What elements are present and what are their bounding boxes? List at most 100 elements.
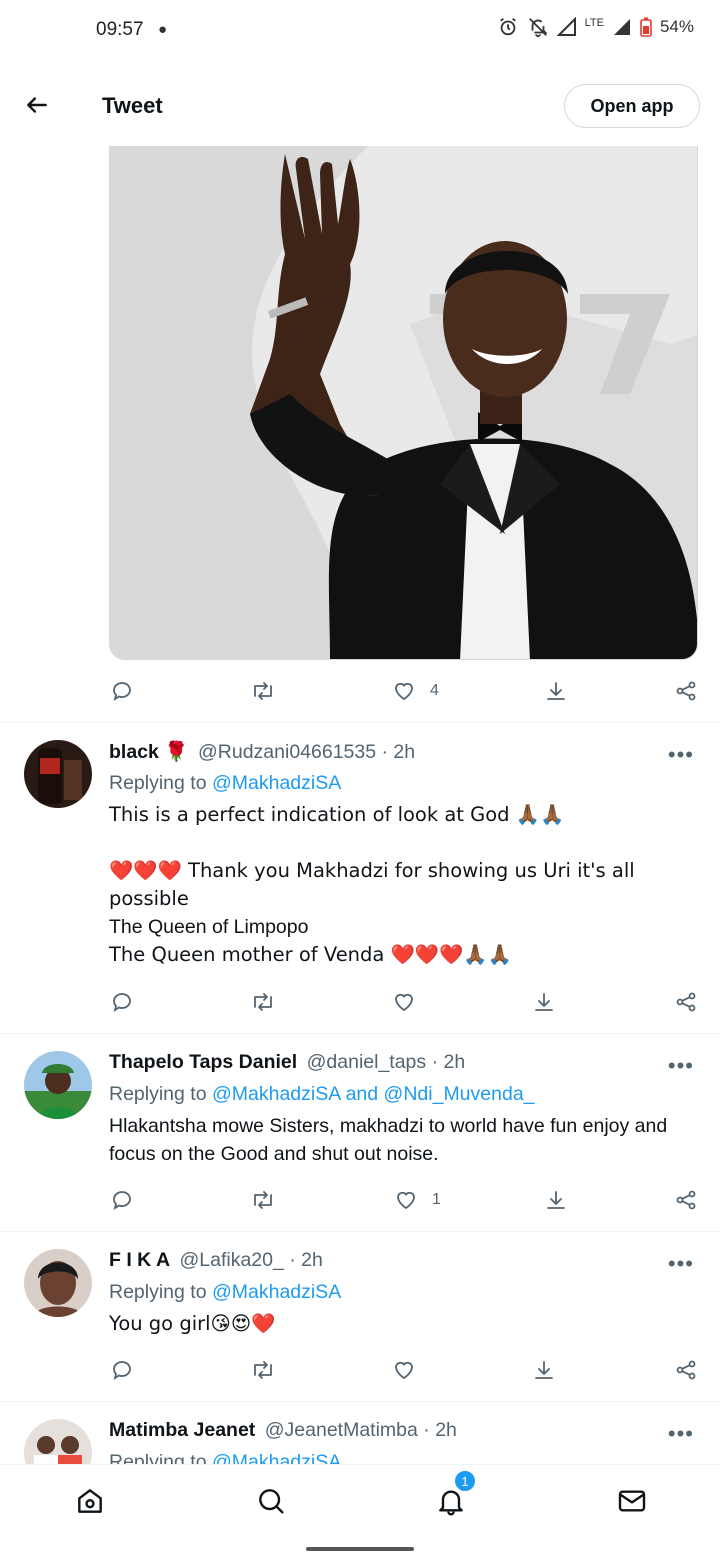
avatar[interactable] — [24, 740, 92, 808]
nav-home[interactable] — [70, 1481, 110, 1521]
bottom-navigation: 1 — [0, 1464, 720, 1536]
user-handle[interactable]: @JeanetMatimba — [265, 1419, 418, 1441]
like-button[interactable]: 4 — [392, 671, 439, 711]
replying-to: Replying to @MakhadziSA and @Ndi_Muvenda… — [109, 1083, 535, 1106]
reply-header: Thapelo Taps Daniel @daniel_taps · 2h — [109, 1051, 465, 1074]
open-app-button[interactable]: Open app — [564, 84, 700, 128]
divider — [0, 1231, 720, 1232]
mention-link[interactable]: @MakhadziSA — [212, 1281, 341, 1303]
timestamp: · 2h — [431, 1051, 466, 1073]
more-options-button[interactable]: ••• — [668, 1053, 694, 1079]
reply-text-line: Hlakantsha mowe Sisters, makhadzi to wor… — [109, 1115, 668, 1165]
nav-search[interactable] — [251, 1481, 291, 1521]
main-tweet-actions: 4 — [0, 671, 720, 711]
reply-icon — [113, 1191, 131, 1210]
mute-icon — [528, 18, 548, 38]
tweet-media-image[interactable] — [109, 143, 698, 660]
avatar[interactable] — [24, 1419, 92, 1464]
like-button[interactable] — [392, 1350, 430, 1390]
signal-icon — [556, 17, 576, 36]
retweet-button[interactable] — [250, 1350, 276, 1390]
display-name[interactable]: black 🌹 — [109, 741, 189, 763]
home-indicator[interactable] — [306, 1547, 414, 1551]
reply-actions — [0, 982, 720, 1022]
home-icon — [78, 1489, 102, 1513]
retweet-button[interactable] — [250, 671, 276, 711]
download-button[interactable] — [544, 1180, 568, 1220]
more-options-button[interactable]: ••• — [668, 742, 694, 768]
reply-button[interactable] — [110, 671, 134, 711]
display-name[interactable]: Thapelo Taps Daniel — [109, 1051, 297, 1073]
display-name[interactable]: Matimba Jeanet — [109, 1419, 255, 1441]
share-button[interactable] — [674, 671, 698, 711]
download-icon — [535, 993, 553, 1011]
share-icon — [676, 1190, 696, 1210]
mention-link[interactable]: @MakhadziSA and @Ndi_Muvenda_ — [212, 1083, 535, 1105]
nav-notifications[interactable]: 1 — [431, 1469, 477, 1521]
reply-text-line: You go girl😘😍❤️ — [109, 1312, 276, 1335]
share-icon — [676, 992, 696, 1012]
photo-illustration — [110, 144, 697, 659]
reply-text: This is a perfect indication of look at … — [109, 801, 699, 969]
nav-messages[interactable] — [612, 1481, 652, 1521]
download-button[interactable] — [532, 982, 556, 1022]
like-button[interactable] — [392, 982, 430, 1022]
replying-to: Replying to @MakhadziSA — [109, 772, 341, 795]
mention-link[interactable]: @MakhadziSA — [212, 1451, 341, 1464]
page-title: Tweet — [102, 93, 163, 118]
share-icon — [676, 681, 696, 701]
avatar-image — [24, 1419, 92, 1464]
like-count: 4 — [430, 682, 439, 699]
mail-icon — [618, 1490, 646, 1512]
retweet-button[interactable] — [250, 982, 276, 1022]
back-button[interactable] — [20, 88, 54, 122]
divider — [0, 722, 720, 723]
download-button[interactable] — [532, 1350, 556, 1390]
timestamp: · 2h — [381, 741, 416, 763]
search-icon — [259, 1489, 284, 1514]
download-button[interactable] — [544, 671, 568, 711]
retweet-icon — [254, 1361, 272, 1379]
user-handle[interactable]: @Rudzani04661535 — [198, 741, 376, 763]
replying-to: Replying to @MakhadziSA — [109, 1281, 341, 1304]
battery-icon — [640, 17, 652, 37]
more-options-button[interactable]: ••• — [668, 1421, 694, 1447]
avatar[interactable] — [24, 1249, 92, 1317]
reply-tweet[interactable]: Matimba Jeanet @JeanetMatimba · 2h ••• R… — [0, 1417, 720, 1464]
download-icon — [535, 1361, 553, 1379]
share-button[interactable] — [674, 1350, 698, 1390]
reply-actions: 1 — [0, 1180, 720, 1220]
reply-button[interactable] — [110, 1180, 134, 1220]
more-options-button[interactable]: ••• — [668, 1251, 694, 1277]
share-button[interactable] — [674, 1180, 698, 1220]
download-icon — [547, 1191, 565, 1209]
heart-icon — [395, 682, 413, 701]
avatar[interactable] — [24, 1051, 92, 1119]
display-name[interactable]: F I K A — [109, 1249, 170, 1271]
share-icon — [676, 1360, 696, 1380]
replying-to: Replying to @MakhadziSA — [109, 1451, 341, 1464]
status-icons: LTE 54% — [497, 16, 694, 38]
signal-icon-2 — [613, 19, 630, 35]
reply-text: Hlakantsha mowe Sisters, makhadzi to wor… — [109, 1112, 699, 1168]
user-handle[interactable]: @Lafika20_ — [179, 1249, 283, 1271]
user-handle[interactable]: @daniel_taps — [307, 1051, 427, 1073]
retweet-button[interactable] — [250, 1180, 276, 1220]
replying-label: Replying to — [109, 1281, 207, 1303]
notification-badge: 1 — [453, 1469, 477, 1493]
retweet-icon — [254, 993, 272, 1011]
share-button[interactable] — [674, 982, 698, 1022]
like-button[interactable]: 1 — [394, 1180, 441, 1220]
reply-icon — [113, 993, 131, 1012]
status-time: 09:57 — [96, 19, 144, 40]
reply-icon — [113, 682, 131, 701]
reply-header: Matimba Jeanet @JeanetMatimba · 2h — [109, 1419, 457, 1442]
avatar-image — [24, 1249, 92, 1317]
alarm-icon — [499, 17, 516, 36]
reply-button[interactable] — [110, 982, 134, 1022]
mention-link[interactable]: @MakhadziSA — [212, 772, 341, 794]
like-count: 1 — [432, 1191, 441, 1208]
top-header: Tweet Open app — [0, 62, 720, 146]
reply-button[interactable] — [110, 1350, 134, 1390]
